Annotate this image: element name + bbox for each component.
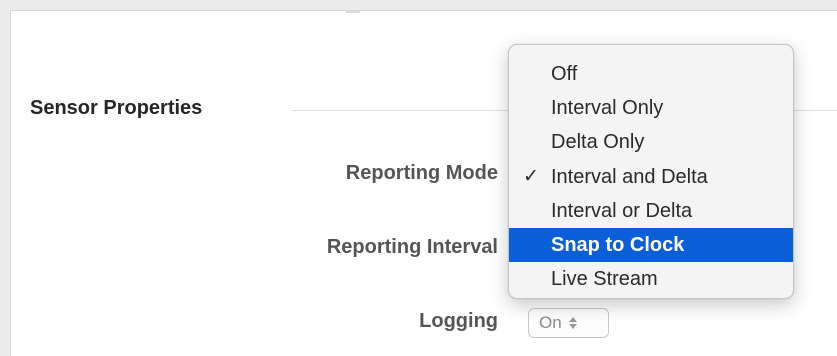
menu-item-label: Snap to Clock <box>551 233 685 256</box>
menu-item-label: Interval or Delta <box>551 199 693 222</box>
reporting-mode-dropdown-menu[interactable]: Off Interval Only Delta Only ✓ Interval … <box>508 44 794 299</box>
stepper-icon <box>568 315 578 331</box>
reporting-interval-label: Reporting Interval <box>326 236 498 258</box>
menu-item-label: Interval and Delta <box>551 165 708 188</box>
menu-item-live-stream[interactable]: Live Stream <box>509 262 793 296</box>
menu-item-label: Off <box>551 63 578 85</box>
logging-label: Logging <box>419 310 498 332</box>
menu-item-interval-or-delta[interactable]: Interval or Delta <box>509 194 793 228</box>
section-title: Sensor Properties <box>30 97 203 119</box>
menu-item-interval-only[interactable]: Interval Only <box>509 91 793 125</box>
logging-select-value: On <box>539 313 562 332</box>
menu-item-snap-to-clock[interactable]: Snap to Clock <box>509 227 793 263</box>
menu-item-off[interactable]: Off <box>509 57 793 91</box>
reporting-mode-label: Reporting Mode <box>345 162 498 184</box>
menu-item-label: Delta Only <box>551 131 645 154</box>
menu-item-label: Live Stream <box>551 268 658 291</box>
menu-item-delta-only[interactable]: Delta Only <box>509 125 793 159</box>
checkmark-icon: ✓ <box>523 165 539 187</box>
menu-item-interval-and-delta[interactable]: ✓ Interval and Delta <box>509 160 793 194</box>
menu-item-label: Interval Only <box>551 97 664 120</box>
top-tick-mark <box>346 11 360 13</box>
logging-select[interactable]: On <box>528 308 609 338</box>
